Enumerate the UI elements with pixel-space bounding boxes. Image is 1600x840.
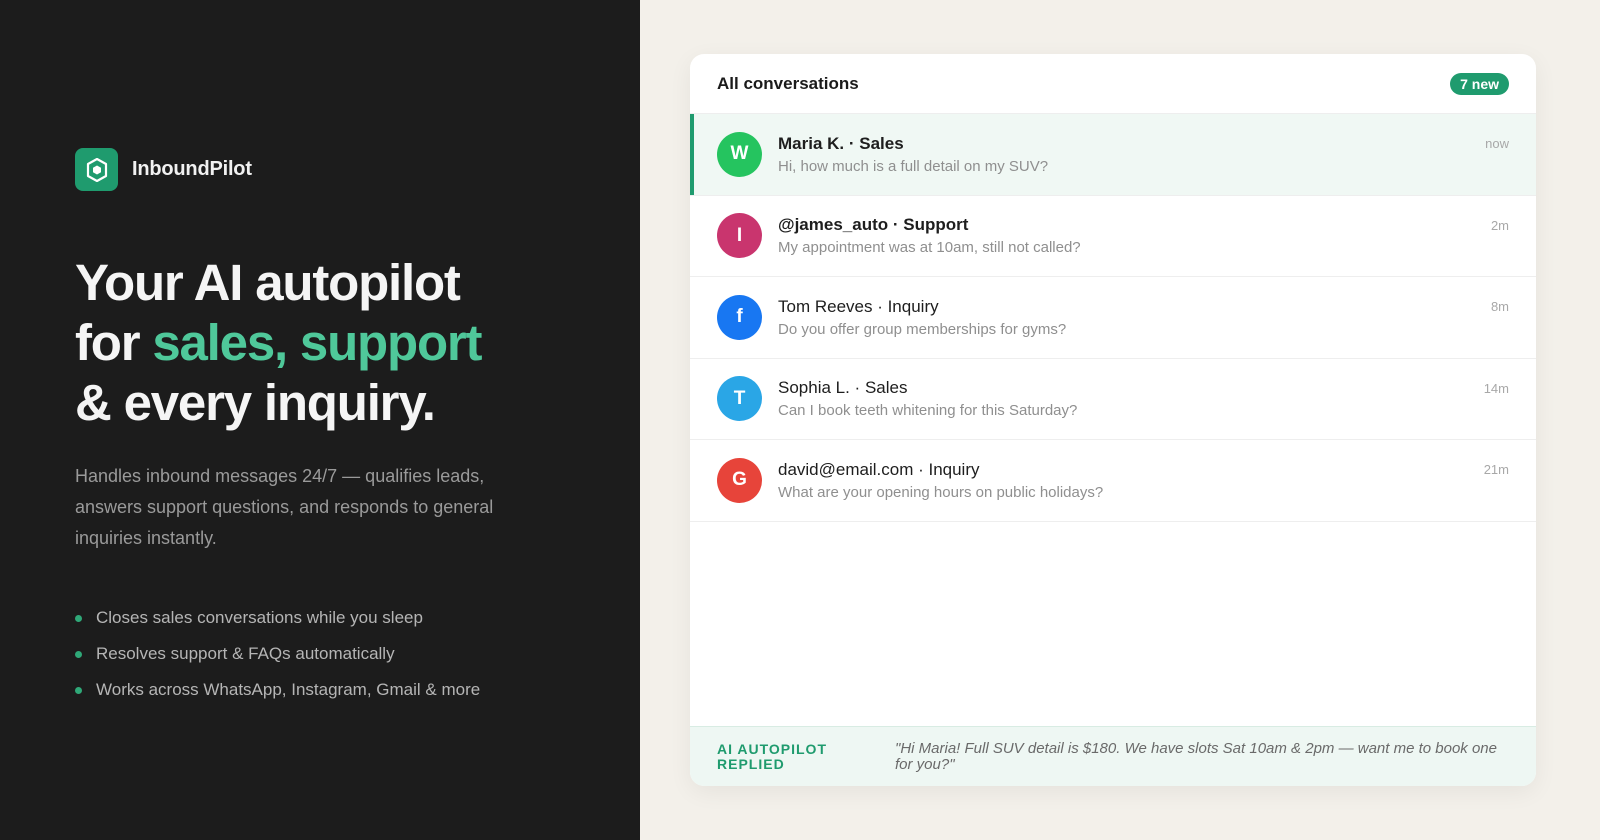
conversation-title: Sophia L. · Sales: [778, 378, 908, 398]
ai-reply-banner: AI AUTOPILOT REPLIED "Hi Maria! Full SUV…: [690, 726, 1536, 786]
conversation-time: 14m: [1483, 380, 1509, 396]
conversation-title: @james_auto · Support: [778, 215, 969, 235]
conversation-list: W Maria K. · Sales Hi, how much is a full …: [690, 114, 1536, 726]
conversation-preview: My appointment was at 10am, still not ca…: [778, 239, 1081, 257]
conversation-row[interactable]: f Tom Reeves · Inquiry Do you offer group …: [690, 277, 1536, 359]
conversation-row[interactable]: Gdavid@email.com · Inquiry What are your …: [690, 440, 1536, 522]
bullet-dot-icon: [75, 650, 82, 658]
contact-avatar: W: [717, 131, 762, 177]
conversation-row[interactable]: I @james_auto · Support My appointment was…: [690, 196, 1536, 277]
bullet-dot-icon: [75, 614, 82, 622]
feature-item: Resolves support & FAQs automatically: [75, 636, 640, 672]
preview-panel: All conversations 7 new W Maria K. · Sale…: [640, 0, 1600, 840]
headline-line-1: Your AI autopilot: [75, 254, 461, 311]
conversation-preview: Hi, how much is a full detail on my SUV?: [778, 157, 1049, 175]
conversation-title: Tom Reeves · Inquiry: [778, 296, 939, 316]
ai-reply-quote: "Hi Maria! Full SUV detail is $180. We h…: [895, 739, 1497, 773]
contact-avatar: f: [717, 294, 762, 340]
feature-text: Works across WhatsApp, Instagram, Gmail …: [96, 680, 481, 699]
conversation-preview: What are your opening hours on public ho…: [778, 483, 1104, 501]
hero-headline: Your AI autopilot for sales, support & e…: [75, 253, 640, 433]
bullet-dot-icon: [75, 686, 82, 694]
contact-avatar: G: [717, 457, 762, 503]
contact-avatar: I: [717, 213, 762, 259]
conversation-body: david@email.com · Inquiry What are your o…: [778, 460, 1484, 501]
hero-subtitle: Handles inbound messages 24/7 — qualifie…: [75, 466, 494, 548]
headline-line-3: & every inquiry.: [75, 374, 436, 431]
card-title: All conversations: [717, 73, 859, 93]
conversation-time: now: [1485, 136, 1509, 151]
conversation-preview: Do you offer group memberships for gyms?: [778, 320, 1067, 338]
conversation-time: 2m: [1490, 217, 1509, 233]
conversation-body: @james_auto · Support My appointment was …: [778, 215, 1491, 256]
conversation-title: Maria K. · Sales: [778, 133, 904, 153]
conversation-title: david@email.com · Inquiry: [778, 459, 980, 479]
conversation-time: 21m: [1483, 462, 1509, 477]
card-header: All conversations 7 new: [690, 54, 1536, 114]
conversations-card: All conversations 7 new W Maria K. · Sale…: [690, 54, 1536, 786]
feature-text: Closes sales conversations while you sle…: [96, 608, 423, 627]
feature-text: Resolves support & FAQs automatically: [96, 644, 395, 663]
conversation-body: Sophia L. · Sales Can I book teeth whiten…: [778, 378, 1484, 419]
new-count-badge: 7 new: [1450, 72, 1509, 95]
conversation-time: 8m: [1490, 299, 1509, 314]
hero-panel: InboundPilot Your AI autopilot for sales…: [0, 0, 640, 840]
headline-line-2-prefix: for: [75, 314, 153, 371]
brand[interactable]: InboundPilot: [75, 148, 640, 191]
conversation-row[interactable]: T Sophia L. · Sales Can I book teeth white…: [690, 359, 1536, 440]
conversation-body: Tom Reeves · Inquiry Do you offer group m…: [778, 297, 1491, 338]
contact-avatar: T: [717, 376, 762, 422]
conversation-row[interactable]: W Maria K. · Sales Hi, how much is a full …: [690, 114, 1536, 196]
feature-list: Closes sales conversations while you sle…: [75, 600, 640, 708]
brand-name: InboundPilot: [132, 158, 252, 180]
conversation-preview: Can I book teeth whitening for this Satu…: [778, 402, 1078, 420]
conversation-body: Maria K. · Sales Hi, how much is a full d…: [778, 134, 1485, 175]
feature-item: Works across WhatsApp, Instagram, Gmail …: [75, 672, 640, 708]
feature-item: Closes sales conversations while you sle…: [75, 600, 640, 636]
headline-accent: sales, support: [152, 314, 482, 371]
ai-reply-label: AI AUTOPILOT REPLIED: [717, 740, 827, 772]
hexagon-shield-icon: [75, 148, 118, 191]
